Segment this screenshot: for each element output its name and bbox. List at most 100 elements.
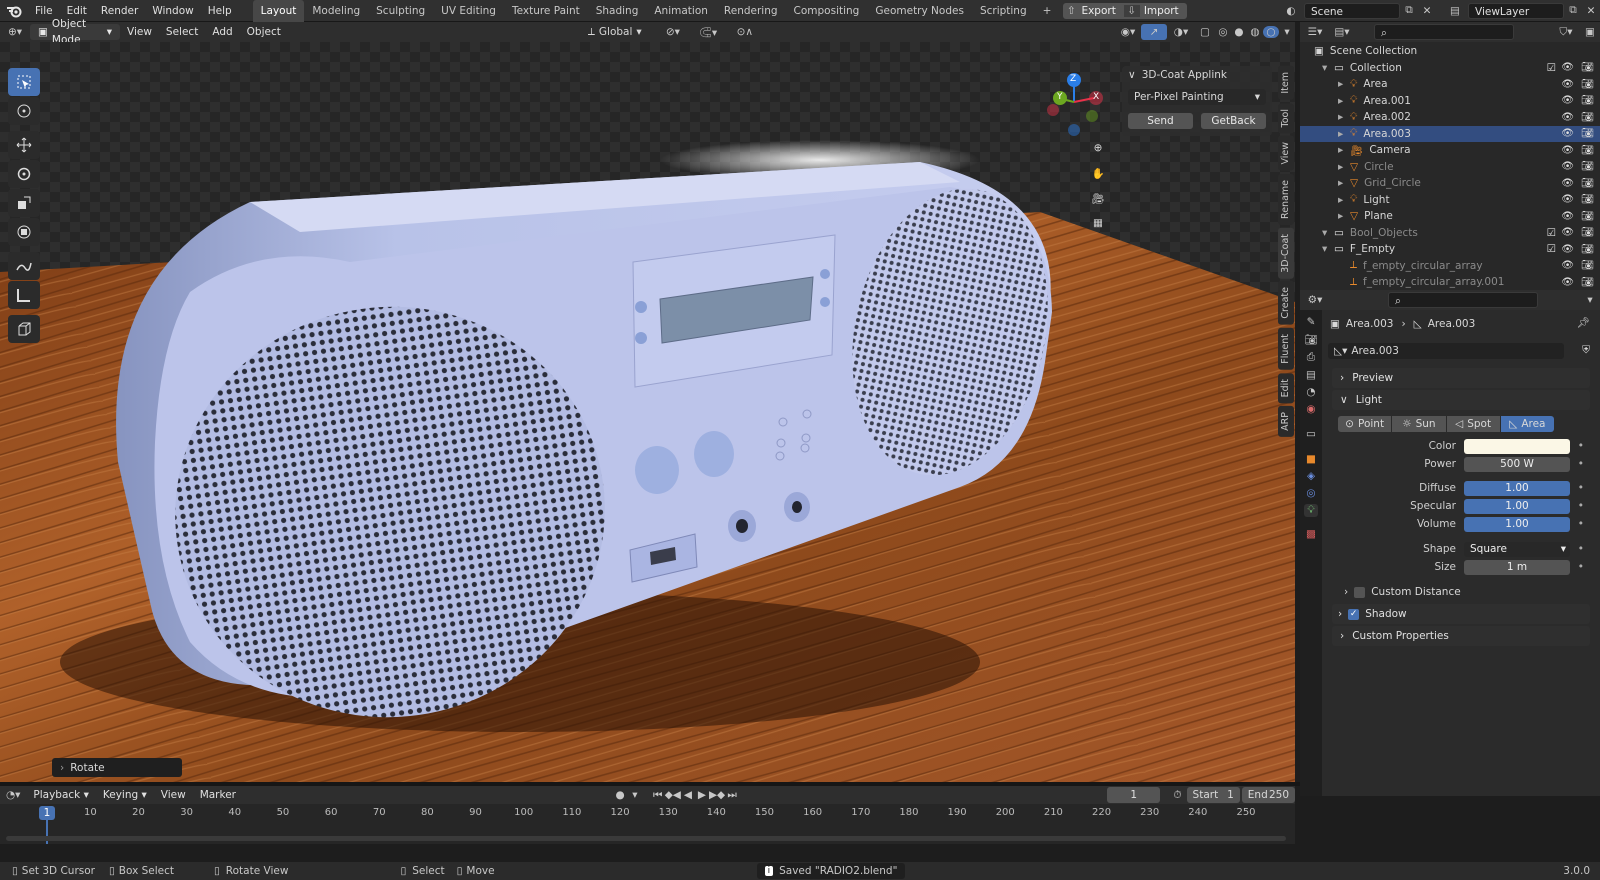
- chevron-right-icon[interactable]: ▸: [1338, 210, 1350, 222]
- render-visibility-icon[interactable]: 📷︎: [1581, 79, 1594, 90]
- eye-icon[interactable]: 👁︎: [1561, 145, 1574, 156]
- render-visibility-icon[interactable]: 📷︎: [1581, 244, 1594, 255]
- menu-object[interactable]: Object: [240, 21, 288, 43]
- play-reverse-icon[interactable]: ◀: [681, 789, 695, 801]
- outliner-row[interactable]: ▾ ▭ Collection 👁︎ 📷︎ ☑: [1300, 60, 1600, 77]
- getback-button[interactable]: GetBack: [1201, 113, 1266, 129]
- chevron-down-icon[interactable]: ▾: [1322, 227, 1334, 239]
- pivot-icon[interactable]: ⊘▾: [658, 26, 688, 38]
- prev-keyframe-icon[interactable]: ◆◀: [665, 789, 681, 801]
- play-icon[interactable]: ▶: [695, 789, 709, 801]
- keyframe-dot-icon[interactable]: •: [1578, 518, 1584, 530]
- keyframe-dot-icon[interactable]: •: [1578, 500, 1584, 512]
- cursor-tool-icon[interactable]: [8, 97, 40, 125]
- select-box-tool-icon[interactable]: [8, 68, 40, 96]
- eye-icon[interactable]: 👁︎: [1561, 227, 1574, 238]
- render-visibility-icon[interactable]: 📷︎: [1581, 161, 1594, 172]
- next-keyframe-icon[interactable]: ▶◆: [709, 789, 725, 801]
- constraints-tab-icon[interactable]: ◈: [1307, 470, 1315, 482]
- chevron-right-icon[interactable]: ▸: [1338, 144, 1350, 156]
- xray-icon[interactable]: ▢: [1195, 26, 1215, 38]
- measure-tool-icon[interactable]: [8, 281, 40, 309]
- tab-shading[interactable]: Shading: [588, 0, 647, 22]
- render-visibility-icon[interactable]: 📷︎: [1581, 277, 1594, 288]
- pin-icon[interactable]: 📌︎: [1577, 316, 1590, 329]
- menu-view[interactable]: View: [120, 21, 159, 43]
- outliner-row[interactable]: ▾ ▭ Bool_Objects 👁︎ 📷︎ ☑: [1300, 225, 1600, 242]
- render-visibility-icon[interactable]: 📷︎: [1581, 145, 1594, 156]
- eye-icon[interactable]: 👁︎: [1561, 112, 1574, 123]
- menu-select[interactable]: Select: [159, 21, 205, 43]
- menu-playback[interactable]: Playback ▾: [26, 786, 95, 804]
- diffuse-slider[interactable]: 1.00: [1464, 480, 1570, 496]
- light-type-sun[interactable]: ☼ Sun: [1392, 416, 1446, 432]
- tab-modeling[interactable]: Modeling: [304, 0, 368, 22]
- import-button[interactable]: Import: [1140, 5, 1187, 17]
- tab-uv-editing[interactable]: UV Editing: [433, 0, 504, 22]
- eye-icon[interactable]: 👁︎: [1561, 79, 1574, 90]
- outliner-search-input[interactable]: ⌕: [1374, 24, 1514, 40]
- eye-icon[interactable]: 👁︎: [1561, 211, 1574, 222]
- power-field[interactable]: 500 W: [1464, 456, 1570, 472]
- zoom-icon[interactable]: ⊕: [1087, 137, 1109, 159]
- keyframe-dot-icon[interactable]: •: [1578, 543, 1584, 555]
- scale-tool-icon[interactable]: [8, 189, 40, 217]
- eye-icon[interactable]: 👁︎: [1561, 194, 1574, 205]
- outliner-row[interactable]: ▸ ▽ Circle 👁︎ 📷︎: [1300, 159, 1600, 176]
- display-mode-icon[interactable]: ▤▾: [1330, 26, 1354, 38]
- keyframe-dot-icon[interactable]: •: [1578, 561, 1584, 573]
- outliner-row[interactable]: ▸ ▽ Plane 👁︎ 📷︎: [1300, 208, 1600, 225]
- size-field[interactable]: 1 m: [1464, 559, 1570, 575]
- custom-distance-subpanel[interactable]: › Custom Distance: [1344, 583, 1461, 601]
- eye-icon[interactable]: 👁︎: [1561, 95, 1574, 106]
- preview-panel-header[interactable]: › Preview: [1332, 368, 1590, 388]
- render-visibility-icon[interactable]: 📷︎: [1581, 227, 1594, 238]
- eye-icon[interactable]: 👁︎: [1561, 178, 1574, 189]
- chevron-right-icon[interactable]: ▸: [1338, 95, 1350, 107]
- outliner-row[interactable]: ⟂ f_empty_circular_array 👁︎ 📷︎: [1300, 258, 1600, 275]
- output-tab-icon[interactable]: ⎙: [1307, 351, 1315, 364]
- object-tab-icon[interactable]: ■: [1306, 453, 1316, 465]
- volume-slider[interactable]: 1.00: [1464, 516, 1570, 532]
- keyframe-dot-icon[interactable]: •: [1578, 458, 1584, 470]
- render-tab-icon[interactable]: 📷︎: [1304, 333, 1317, 346]
- add-workspace-button[interactable]: +: [1035, 0, 1060, 22]
- light-panel-header[interactable]: ∨ Light: [1332, 390, 1590, 410]
- tab-rendering[interactable]: Rendering: [716, 0, 786, 22]
- outliner-row[interactable]: ▸ 💡︎ Area 👁︎ 📷︎: [1300, 76, 1600, 93]
- pan-hand-icon[interactable]: ✋: [1087, 162, 1109, 184]
- light-type-spot[interactable]: ◁ Spot: [1446, 416, 1500, 432]
- scene-field[interactable]: Scene: [1304, 2, 1400, 19]
- color-swatch[interactable]: [1464, 438, 1570, 454]
- side-tab-tool[interactable]: Tool: [1278, 102, 1294, 134]
- properties-search-input[interactable]: ⌕: [1388, 292, 1538, 308]
- side-tab-create[interactable]: Create: [1278, 281, 1294, 325]
- tab-scripting[interactable]: Scripting: [972, 0, 1035, 22]
- saved-report[interactable]: i Saved "RADIO2.blend": [756, 863, 906, 879]
- scene-icon[interactable]: ◐: [1278, 5, 1304, 17]
- outliner-editor-icon[interactable]: ☰▾: [1300, 26, 1330, 38]
- tab-texture-paint[interactable]: Texture Paint: [504, 0, 588, 22]
- exclude-checkbox[interactable]: ☑: [1547, 243, 1556, 255]
- tab-geometry-nodes[interactable]: Geometry Nodes: [867, 0, 972, 22]
- chevron-right-icon[interactable]: ▸: [1338, 194, 1350, 206]
- eye-icon[interactable]: 👁︎: [1561, 128, 1574, 139]
- menu-add[interactable]: Add: [205, 21, 239, 43]
- 3d-viewport[interactable]: ∨ 3D-Coat Applink Per-Pixel Painting ▾ S…: [0, 42, 1295, 792]
- remove-scene-icon[interactable]: ✕: [1418, 5, 1436, 17]
- chevron-down-icon[interactable]: ∨: [1128, 69, 1136, 81]
- jump-start-icon[interactable]: ⏮: [651, 789, 665, 802]
- applink-mode-dropdown[interactable]: Per-Pixel Painting ▾: [1128, 89, 1266, 105]
- tab-layout[interactable]: Layout: [252, 0, 305, 22]
- menu-help[interactable]: Help: [201, 0, 239, 22]
- world-tab-icon[interactable]: ◉: [1306, 403, 1315, 415]
- annotate-tool-icon[interactable]: [8, 252, 40, 280]
- custom-distance-checkbox[interactable]: [1354, 586, 1366, 598]
- datablock-selector[interactable]: ◺▾ Area.003: [1328, 343, 1564, 359]
- eye-icon[interactable]: 👁︎: [1561, 277, 1574, 288]
- menu-keying[interactable]: Keying ▾: [96, 786, 154, 804]
- rendered-shading-icon[interactable]: ○: [1263, 26, 1279, 38]
- custom-properties-header[interactable]: › Custom Properties: [1332, 626, 1590, 646]
- tab-compositing[interactable]: Compositing: [786, 0, 868, 22]
- jump-end-icon[interactable]: ⏭: [725, 789, 739, 802]
